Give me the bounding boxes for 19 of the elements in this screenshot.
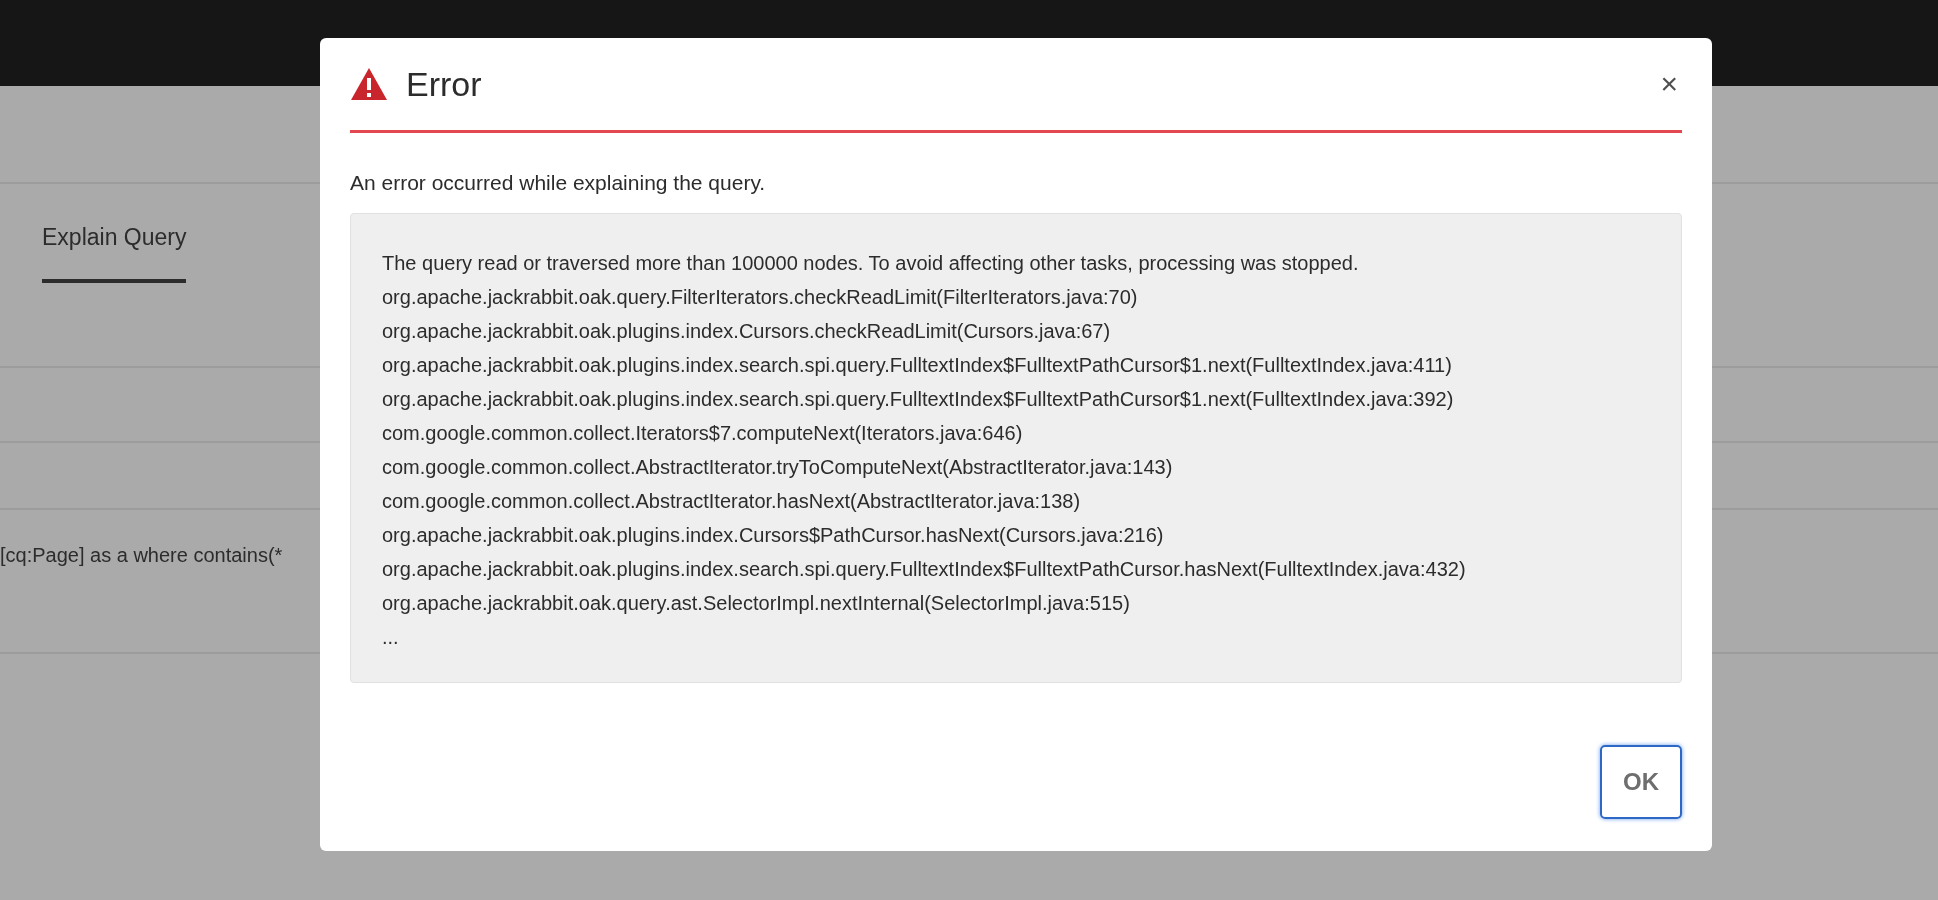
- stack-trace-line: org.apache.jackrabbit.oak.query.ast.SelectorImpl.nextInternal(SelectorImpl.java:515): [382, 590, 1130, 616]
- stack-trace-line: com.google.common.collect.Iterators$7.computeNext(Iterators.java:646): [382, 420, 1023, 446]
- dialog-title: Error: [406, 63, 482, 105]
- error-message: An error occurred while explaining the query.: [350, 170, 767, 196]
- stack-trace-line: com.google.common.collect.AbstractIterator.tryToComputeNext(AbstractIterator.java:143): [382, 454, 1173, 480]
- warning-icon: [350, 67, 388, 101]
- stack-trace-line: com.google.common.collect.AbstractIterator.hasNext(AbstractIterator.java:138): [382, 488, 1081, 514]
- close-button[interactable]: ×: [1656, 69, 1682, 99]
- tab[interactable]: Explain Query: [42, 220, 187, 283]
- query-text: [cq:Page] as a where contains(*: [0, 544, 283, 566]
- stack-trace-line: org.apache.jackrabbit.oak.plugins.index.Cursors$PathCursor.hasNext(Cursors.java:216): [382, 522, 1164, 548]
- stack-trace-line: org.apache.jackrabbit.oak.plugins.index.search.spi.query.FulltextIndex$FulltextPathCursor$1.next(FulltextIndex.java:392): [382, 386, 1454, 412]
- stack-trace-line: org.apache.jackrabbit.oak.plugins.index.search.spi.query.FulltextIndex$FulltextPathCursor.hasNext(FulltextIndex.java:432): [382, 556, 1466, 582]
- stack-trace-line: ...: [382, 624, 399, 650]
- ok-button[interactable]: OK: [1600, 744, 1682, 819]
- stack-trace-line: The query read or traversed more than 100000 nodes. To avoid affecting other tasks, processing was stopped.: [382, 250, 1359, 276]
- stack-trace-line: org.apache.jackrabbit.oak.plugins.index.Cursors.checkReadLimit(Cursors.java:67): [382, 318, 1111, 344]
- stack-trace-line: org.apache.jackrabbit.oak.plugins.index.search.spi.query.FulltextIndex$FulltextPathCursor$1.next(FulltextIndex.java:411): [382, 352, 1452, 378]
- stack-trace-line: org.apache.jackrabbit.oak.query.FilterIterators.checkReadLimit(FilterIterators.java:70): [382, 284, 1138, 310]
